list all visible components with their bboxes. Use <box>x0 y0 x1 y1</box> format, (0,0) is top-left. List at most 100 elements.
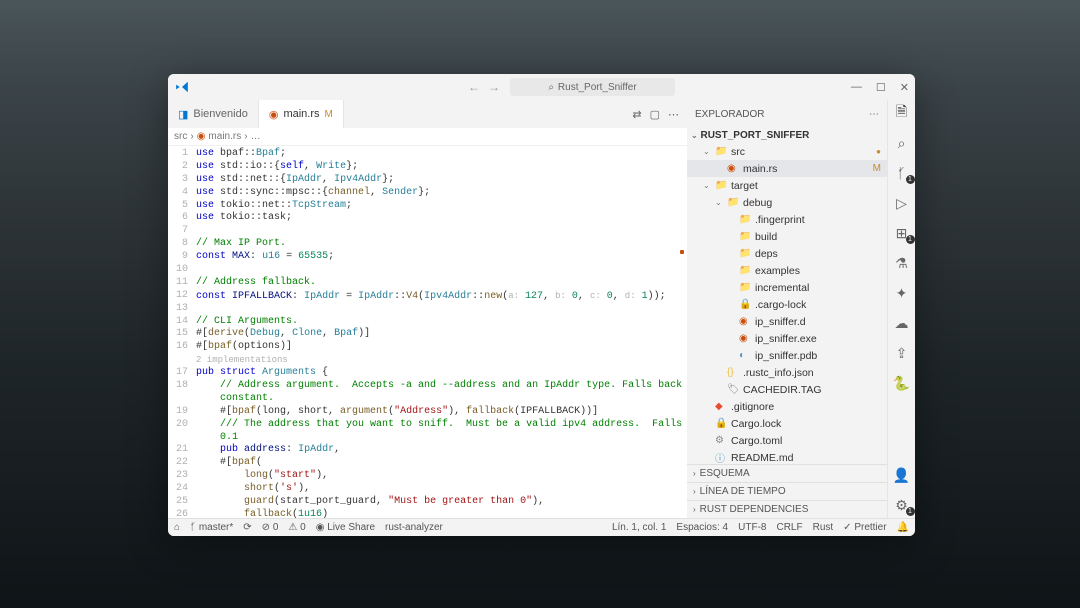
tree-item-deps[interactable]: 📁deps <box>687 245 887 262</box>
file-name: .fingerprint <box>755 214 887 226</box>
code-line[interactable]: 0.1 <box>196 432 687 445</box>
files-icon[interactable]: 🗎 <box>893 104 911 122</box>
code-line[interactable]: const MAX: u16 = 65535; <box>196 251 687 264</box>
indentation[interactable]: Espacios: 4 <box>676 522 728 533</box>
prettier-status[interactable]: ✓ Prettier <box>843 522 886 533</box>
python-icon[interactable]: 🐍 <box>893 374 911 392</box>
live-share[interactable]: ◉ Live Share <box>316 522 375 533</box>
code-line[interactable]: /// The address that you want to sniff. … <box>196 419 687 432</box>
code-line[interactable]: pub struct Arguments { <box>196 367 687 380</box>
tree-item-main-rs[interactable]: ◉main.rsM <box>687 160 887 177</box>
remote-icon[interactable]: ⌂ <box>174 522 180 533</box>
tab-mainrs[interactable]: ◉ main.rs M <box>259 100 344 128</box>
code-line[interactable]: short('s'), <box>196 483 687 496</box>
copilot-icon[interactable]: ✦ <box>893 284 911 302</box>
account-icon[interactable]: 👤 <box>893 466 911 484</box>
file-icon: 📁 <box>739 282 751 293</box>
code-lines[interactable]: use bpaf::Bpaf;use std::io::{self, Write… <box>196 146 687 518</box>
cloud-icon[interactable]: ☁ <box>893 314 911 332</box>
code-line[interactable]: #[bpaf( <box>196 457 687 470</box>
code-line[interactable]: use std::net::{IpAddr, Ipv4Addr}; <box>196 174 687 187</box>
tree-item-ip-sniffer-exe[interactable]: ◉ip_sniffer.exe <box>687 330 887 347</box>
close-button[interactable]: ✕ <box>900 81 909 94</box>
section-rust-deps[interactable]: ›RUST DEPENDENCIES <box>687 500 887 518</box>
code-line[interactable]: constant. <box>196 393 687 406</box>
code-line[interactable]: // CLI Arguments. <box>196 316 687 329</box>
breadcrumb-file[interactable]: main.rs <box>208 131 241 142</box>
code-line[interactable]: const IPFALLBACK: IpAddr = IpAddr::V4(Ip… <box>196 290 687 303</box>
sync-icon[interactable]: ⟳ <box>243 522 251 533</box>
tree-item-cachedir-tag[interactable]: 🏷CACHEDIR.TAG <box>687 381 887 398</box>
tree-item--cargo-lock[interactable]: 🔒.cargo-lock <box>687 296 887 313</box>
code-line[interactable]: pub address: IpAddr, <box>196 444 687 457</box>
extensions-icon[interactable]: ⊞1 <box>893 224 911 242</box>
code-line[interactable]: use tokio::net::TcpStream; <box>196 200 687 213</box>
tree-item-readme-md[interactable]: ⓘREADME.md <box>687 449 887 464</box>
code-line[interactable]: // Address argument. Accepts -a and --ad… <box>196 380 687 393</box>
line-number <box>168 354 188 367</box>
breadcrumb-more[interactable]: … <box>251 131 261 142</box>
language-mode[interactable]: Rust <box>813 522 834 533</box>
tree-item-examples[interactable]: 📁examples <box>687 262 887 279</box>
code-line[interactable] <box>196 225 687 238</box>
tree-item-build[interactable]: 📁build <box>687 228 887 245</box>
problems-warnings[interactable]: ⚠ 0 <box>288 522 305 533</box>
cursor-position[interactable]: Lín. 1, col. 1 <box>612 522 666 533</box>
encoding[interactable]: UTF-8 <box>738 522 766 533</box>
code-line[interactable]: guard(start_port_guard, "Must be greater… <box>196 496 687 509</box>
more-icon[interactable]: ⋯ <box>869 109 879 120</box>
eol[interactable]: CRLF <box>776 522 802 533</box>
source-control-icon[interactable]: ᚶ1 <box>893 164 911 182</box>
code-line[interactable]: #[bpaf(long, short, argument("Address"),… <box>196 406 687 419</box>
code-line[interactable]: use tokio::task; <box>196 212 687 225</box>
code-line[interactable]: // Address fallback. <box>196 277 687 290</box>
line-number: 19 <box>168 406 188 419</box>
notifications-icon[interactable]: 🔔 <box>897 522 909 533</box>
breadcrumb-folder[interactable]: src <box>174 131 187 142</box>
tree-item--rustc-info-json[interactable]: {}.rustc_info.json <box>687 364 887 381</box>
code-line[interactable] <box>196 303 687 316</box>
code-line[interactable]: use bpaf::Bpaf; <box>196 148 687 161</box>
run-debug-icon[interactable]: ▷ <box>893 194 911 212</box>
code-line[interactable] <box>196 264 687 277</box>
explorer-root[interactable]: RUST_PORT_SNIFFER <box>700 130 809 141</box>
problems-errors[interactable]: ⊘ 0 <box>262 522 279 533</box>
branch-indicator[interactable]: ᚶ master* <box>190 522 233 533</box>
search-icon[interactable]: ⌕ <box>893 134 911 152</box>
code-line[interactable]: #[derive(Debug, Clone, Bpaf)] <box>196 328 687 341</box>
settings-gear-icon[interactable]: ⚙1 <box>893 496 911 514</box>
tab-welcome[interactable]: ◨ Bienvenido <box>168 100 259 128</box>
maximize-button[interactable]: ☐ <box>876 81 886 94</box>
tree-item-cargo-toml[interactable]: ⚙Cargo.toml <box>687 432 887 449</box>
nav-back-icon[interactable]: ← <box>468 80 480 94</box>
code-line[interactable]: // Max IP Port. <box>196 238 687 251</box>
share-icon[interactable]: ⇪ <box>893 344 911 362</box>
command-center[interactable]: ⌕ Rust_Port_Sniffer <box>510 78 675 96</box>
nav-forward-icon[interactable]: → <box>488 80 500 94</box>
minimize-button[interactable]: — <box>851 81 862 94</box>
tree-item-debug[interactable]: ⌄📁debug <box>687 194 887 211</box>
compare-icon[interactable]: ⇄ <box>632 108 641 121</box>
code-line[interactable]: use std::io::{self, Write}; <box>196 161 687 174</box>
section-esquema[interactable]: ›ESQUEMA <box>687 464 887 482</box>
tree-item-ip-sniffer-d[interactable]: ◉ip_sniffer.d <box>687 313 887 330</box>
tree-item-incremental[interactable]: 📁incremental <box>687 279 887 296</box>
tree-item-src[interactable]: ⌄📁src● <box>687 143 887 160</box>
tree-item-ip-sniffer-pdb[interactable]: ◐ip_sniffer.pdb <box>687 347 887 364</box>
split-editor-icon[interactable]: ▢ <box>650 108 660 121</box>
testing-icon[interactable]: ⚗ <box>893 254 911 272</box>
code-line[interactable]: 2 implementations <box>196 354 687 367</box>
code-line[interactable]: #[bpaf(options)] <box>196 341 687 354</box>
code-editor[interactable]: 1234567891011121314151617181920212223242… <box>168 146 687 518</box>
code-line[interactable]: fallback(1u16) <box>196 509 687 518</box>
tree-item--gitignore[interactable]: ◆.gitignore <box>687 398 887 415</box>
rust-analyzer-status[interactable]: rust-analyzer <box>385 522 443 533</box>
section-linea-tiempo[interactable]: ›LÍNEA DE TIEMPO <box>687 482 887 500</box>
code-line[interactable]: long("start"), <box>196 470 687 483</box>
tree-item-target[interactable]: ⌄📁target <box>687 177 887 194</box>
more-icon[interactable]: ⋯ <box>668 108 679 121</box>
tree-item-cargo-lock[interactable]: 🔒Cargo.lock <box>687 415 887 432</box>
tree-item--fingerprint[interactable]: 📁.fingerprint <box>687 211 887 228</box>
code-line[interactable]: use std::sync::mpsc::{channel, Sender}; <box>196 187 687 200</box>
breadcrumb[interactable]: src › ◉ main.rs › … <box>168 128 687 146</box>
